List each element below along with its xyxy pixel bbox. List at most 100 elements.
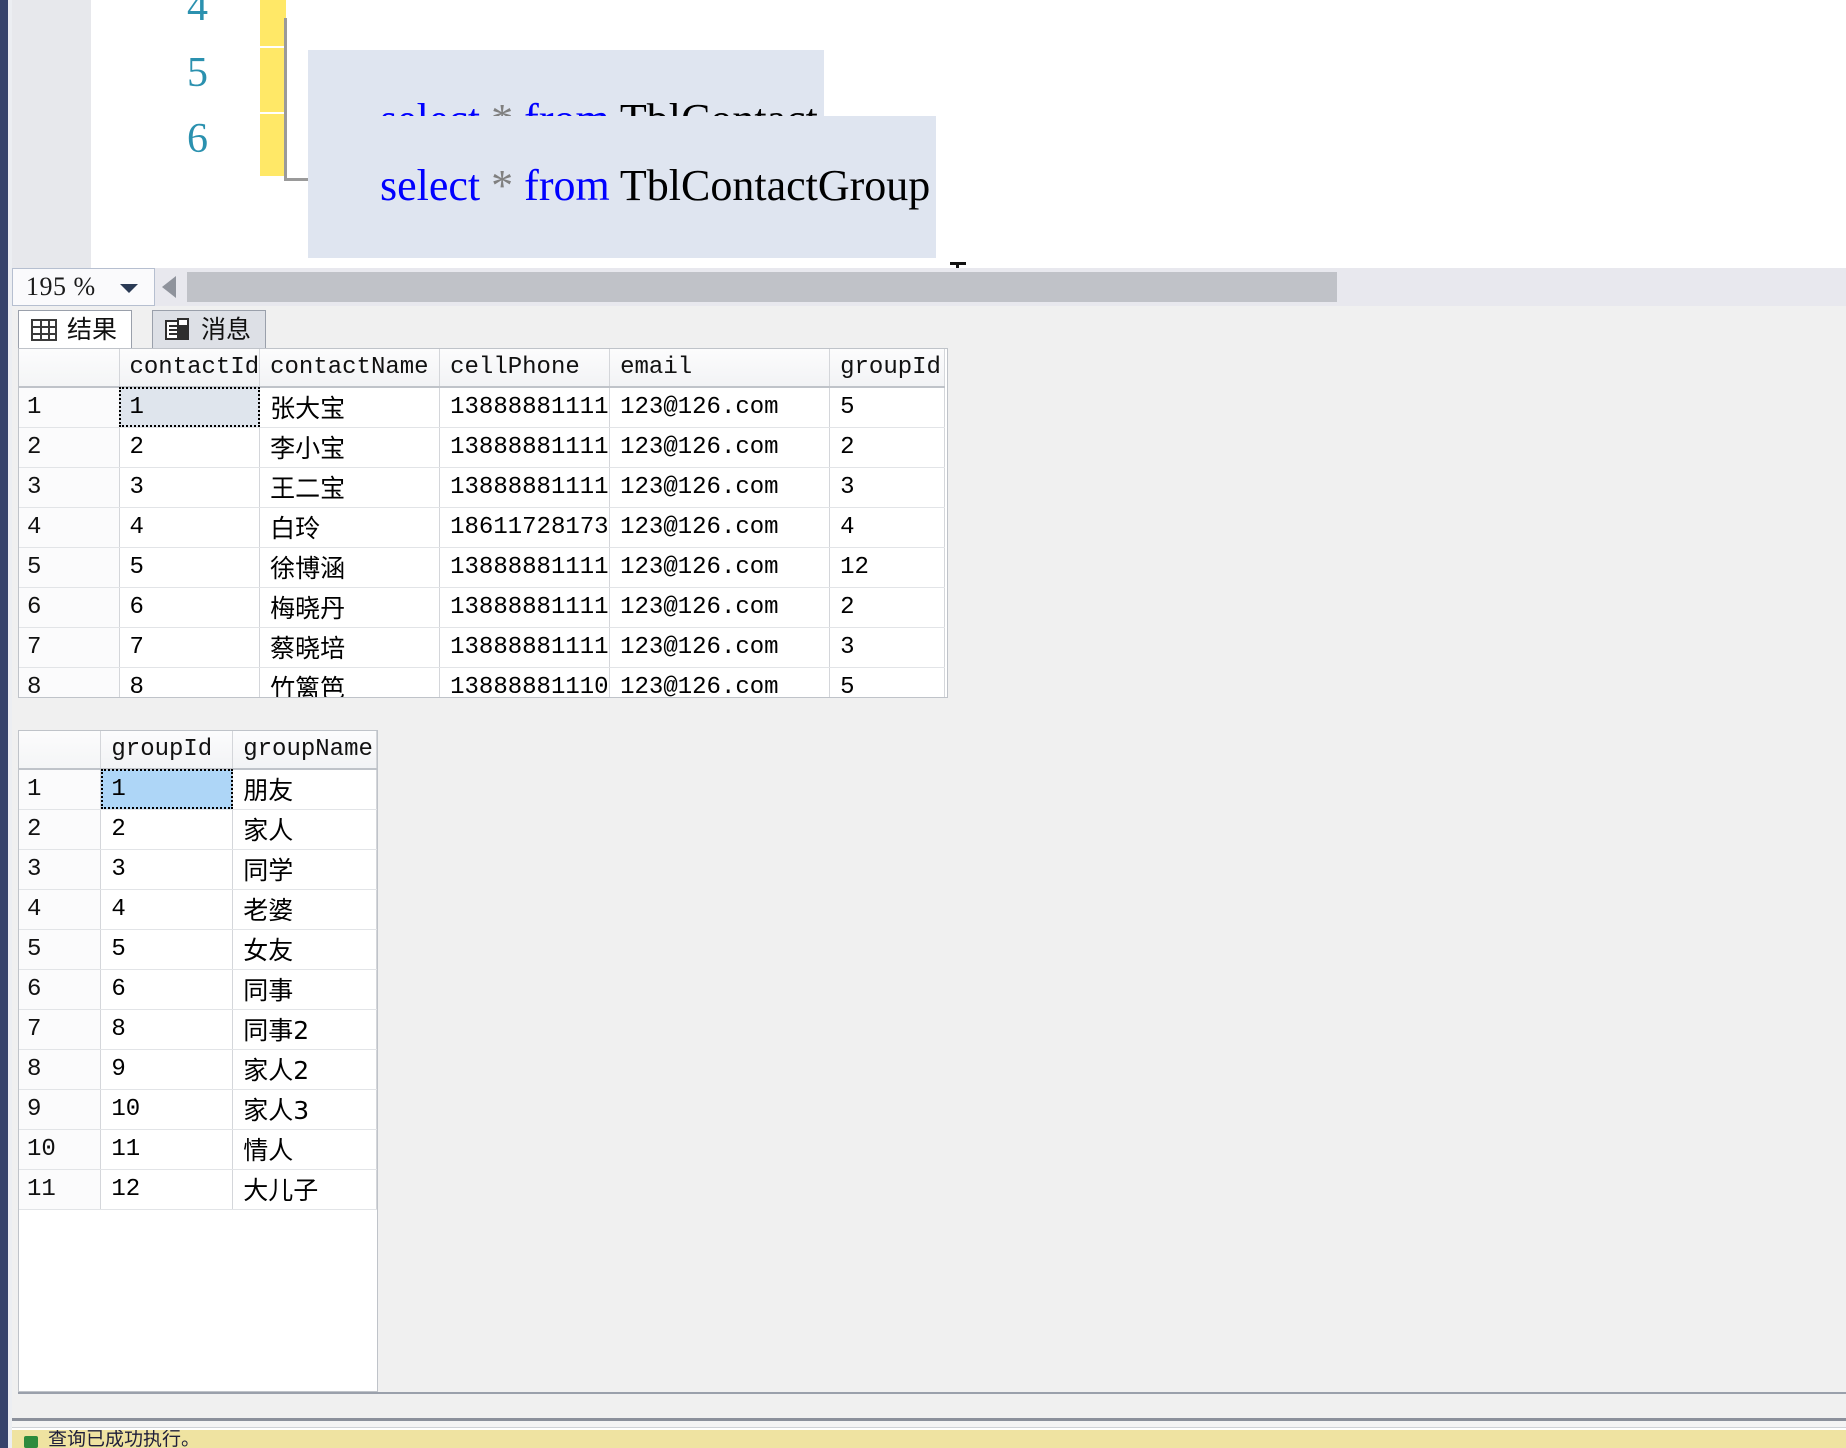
row-number[interactable]: 3 [19,849,102,890]
cell-groupname[interactable]: 家人 [232,809,377,850]
table-row[interactable]: 10 11 情人 [19,1129,377,1170]
cell-groupid[interactable]: 10 [100,1089,234,1130]
cell-groupid[interactable]: 5 [100,929,234,970]
column-header-groupid[interactable]: groupId [829,349,946,388]
cell-email[interactable]: 123@126.com [609,627,831,668]
table-row[interactable]: 2 2 家人 [19,809,377,850]
row-number[interactable]: 9 [19,1089,102,1130]
hscroll-left-arrow-icon[interactable] [162,276,176,298]
cell-cellphone[interactable]: 13888881111 [439,587,611,628]
column-header-groupid-2[interactable]: groupId [100,731,234,770]
cell-contactname[interactable]: 白玲 [259,507,441,548]
row-number[interactable]: 2 [19,809,102,850]
row-number[interactable]: 2 [19,427,120,468]
cell-groupname[interactable]: 同事 [232,969,377,1010]
cell-contactid[interactable]: 4 [119,507,261,548]
cell-groupid[interactable]: 3 [829,467,946,508]
cell-cellphone[interactable]: 13888881111 [439,467,611,508]
row-number[interactable]: 7 [19,1009,102,1050]
table-row[interactable]: 11 12 大儿子 [19,1169,377,1210]
cell-groupid[interactable]: 4 [829,507,946,548]
tab-results[interactable]: 结果 [18,310,133,348]
cell-contactname[interactable]: 竹篱笆 [259,667,441,697]
cell-contactid[interactable]: 2 [119,427,261,468]
cell-groupid[interactable]: 9 [100,1049,234,1090]
cell-groupid[interactable]: 2 [829,587,946,628]
row-number[interactable]: 8 [19,1049,102,1090]
table-row[interactable]: 3 3 同学 [19,849,377,890]
cell-email[interactable]: 123@126.com [609,587,831,628]
cell-groupid[interactable]: 12 [829,547,946,588]
cell-email[interactable]: 123@126.com [609,427,831,468]
cell-groupid[interactable]: 12 [100,1169,234,1210]
cell-cellphone[interactable]: 13888881111 [439,547,611,588]
cell-cellphone[interactable]: 18611728173 [439,507,611,548]
cell-contactname[interactable]: 张大宝 [259,387,441,428]
cell-groupid[interactable]: 2 [100,809,234,850]
editor-horizontal-scrollbar[interactable] [187,272,1846,302]
cell-groupid[interactable]: 3 [100,849,234,890]
row-number[interactable]: 8 [19,667,120,697]
cell-contactname[interactable]: 梅晓丹 [259,587,441,628]
cell-contactid[interactable]: 8 [119,667,261,697]
row-number[interactable]: 11 [19,1169,102,1210]
code-line-6[interactable]: select * from TblContactGroup [308,116,937,258]
cell-contactname[interactable]: 李小宝 [259,427,441,468]
cell-groupname[interactable]: 同学 [232,849,377,890]
cell-contactid[interactable]: 3 [119,467,261,508]
column-header-email[interactable]: email [609,349,831,388]
result-grid-tblcontactgroup[interactable]: groupId groupName 1 1 朋友 2 2 家人 3 3 同学 4… [18,730,378,1392]
cell-email[interactable]: 123@126.com [609,547,831,588]
cell-groupname[interactable]: 情人 [232,1129,377,1170]
table-row[interactable]: 9 10 家人3 [19,1089,377,1130]
table-row[interactable]: 7 8 同事2 [19,1009,377,1050]
cell-email[interactable]: 123@126.com [609,467,831,508]
editor-horizontal-scrollbar-thumb[interactable] [187,272,1337,302]
cell-email[interactable]: 123@126.com [609,387,831,428]
cell-groupname[interactable]: 家人3 [232,1089,377,1130]
table-row[interactable]: 1 1 张大宝 13888881111 123@126.com 5 [19,387,946,428]
cell-email[interactable]: 123@126.com [609,667,831,697]
sql-editor-pane[interactable]: 4 5 6 select * from TblContact select * … [12,0,1846,268]
row-number[interactable]: 1 [19,387,120,428]
chevron-down-icon[interactable] [120,284,138,293]
table-row[interactable]: 2 2 李小宝 13888881111 123@126.com 2 [19,427,946,468]
cell-contactname[interactable]: 蔡晓培 [259,627,441,668]
table-row[interactable]: 5 5 女友 [19,929,377,970]
row-number[interactable]: 3 [19,467,120,508]
column-header-contactid[interactable]: contactId [119,349,261,388]
cell-cellphone[interactable]: 13888881111 [439,387,611,428]
cell-groupid[interactable]: 8 [100,1009,234,1050]
cell-groupname[interactable]: 老婆 [232,889,377,930]
column-header-groupname[interactable]: groupName [232,731,377,770]
table-row[interactable]: 3 3 王二宝 13888881111 123@126.com 3 [19,467,946,508]
table-row[interactable]: 5 5 徐博涵 13888881111 123@126.com 12 [19,547,946,588]
column-header-contactname[interactable]: contactName [259,349,441,388]
table-row[interactable]: 6 6 梅晓丹 13888881111 123@126.com 2 [19,587,946,628]
cell-contactid[interactable]: 6 [119,587,261,628]
tab-messages[interactable]: 消息 [152,310,267,348]
zoom-level-combobox[interactable]: 195 % [12,268,155,306]
row-number[interactable]: 5 [19,547,120,588]
cell-groupid[interactable]: 6 [100,969,234,1010]
row-number[interactable]: 4 [19,889,102,930]
table-row[interactable]: 7 7 蔡晓培 13888881111 123@126.com 3 [19,627,946,668]
cell-groupid[interactable]: 11 [100,1129,234,1170]
cell-groupid[interactable]: 1 [100,769,234,810]
table-row[interactable]: 4 4 白玲 18611728173 123@126.com 4 [19,507,946,548]
column-header-cellphone[interactable]: cellPhone [439,349,611,388]
cell-cellphone[interactable]: 13888881110 [439,667,611,697]
table-row[interactable]: 8 8 竹篱笆 13888881110 123@126.com 5 [19,667,946,697]
cell-groupname[interactable]: 家人2 [232,1049,377,1090]
cell-groupname[interactable]: 大儿子 [232,1169,377,1210]
cell-contactid[interactable]: 7 [119,627,261,668]
cell-groupid[interactable]: 3 [829,627,946,668]
cell-groupname[interactable]: 朋友 [232,769,377,810]
row-number[interactable]: 7 [19,627,120,668]
outlining-bracket-icon[interactable] [284,18,309,181]
row-number[interactable]: 10 [19,1129,102,1170]
row-number[interactable]: 4 [19,507,120,548]
cell-email[interactable]: 123@126.com [609,507,831,548]
result-grid-tblcontact[interactable]: contactId contactName cellPhone email gr… [18,348,948,698]
cell-contactname[interactable]: 徐博涵 [259,547,441,588]
